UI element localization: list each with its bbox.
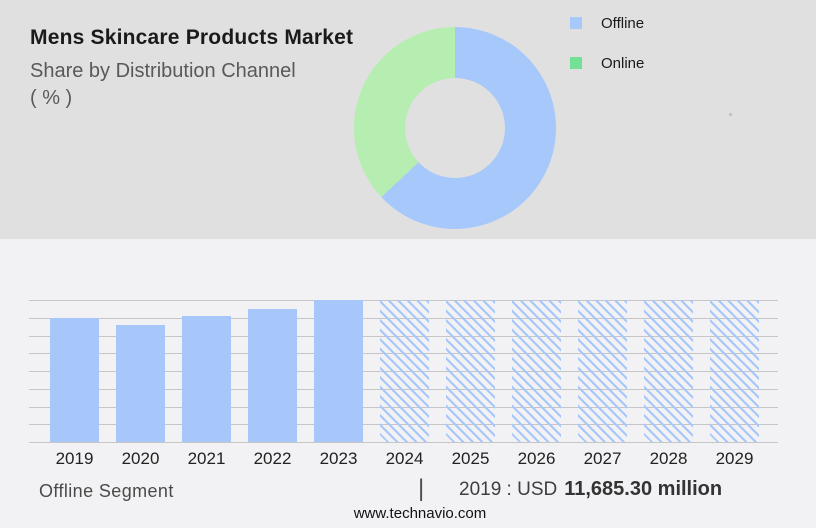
value-prefix: 2019 : USD: [459, 479, 557, 500]
x-label-2019: 2019: [56, 449, 94, 469]
chart-subtitle: Share by Distribution Channel: [30, 59, 360, 83]
divider-bar: |: [418, 475, 424, 503]
x-label-2020: 2020: [122, 449, 160, 469]
top-panel: Mens Skincare Products Market Share by D…: [0, 0, 816, 239]
x-label-2029: 2029: [716, 449, 754, 469]
bar-2026-forecast: [512, 300, 561, 442]
artifact-speck: [729, 113, 732, 116]
bar-2027-forecast: [578, 300, 627, 442]
bar-2021: [182, 316, 231, 442]
title-block: Mens Skincare Products Market Share by D…: [30, 26, 360, 110]
legend-item-online: Online: [570, 54, 644, 72]
legend-swatch-offline-icon: [570, 17, 582, 29]
x-label-2025: 2025: [452, 449, 490, 469]
x-label-2027: 2027: [584, 449, 622, 469]
bar-2029-forecast: [710, 300, 759, 442]
x-label-2022: 2022: [254, 449, 292, 469]
donut-chart: [354, 27, 556, 229]
x-label-2023: 2023: [320, 449, 358, 469]
infographic-canvas: Mens Skincare Products Market Share by D…: [0, 0, 816, 528]
bar-2022: [248, 309, 297, 442]
value-amount: 11,685.30 million: [564, 478, 722, 500]
legend-label: Offline: [601, 15, 644, 32]
bar-2024-forecast: [380, 300, 429, 442]
bar-2028-forecast: [644, 300, 693, 442]
page-title: Mens Skincare Products Market: [30, 26, 360, 50]
value-annotation: 2019 : USD 11,685.30 million: [459, 478, 722, 501]
legend-swatch-online-icon: [570, 57, 582, 69]
donut-hole: [405, 78, 505, 178]
segment-label: Offline Segment: [39, 481, 174, 502]
bar-2019: [50, 318, 99, 442]
x-label-2028: 2028: [650, 449, 688, 469]
x-label-2021: 2021: [188, 449, 226, 469]
legend: Offline Online: [570, 14, 644, 94]
chart-subtitle-unit: ( % ): [30, 87, 360, 110]
bar-2023: [314, 300, 363, 442]
x-label-2024: 2024: [386, 449, 424, 469]
gridline: [29, 442, 778, 443]
legend-item-offline: Offline: [570, 14, 644, 32]
bar-2025-forecast: [446, 300, 495, 442]
bar-2020: [116, 325, 165, 442]
website-url: www.technavio.com: [354, 505, 487, 522]
x-label-2026: 2026: [518, 449, 556, 469]
bar-chart: [29, 300, 778, 442]
legend-label: Online: [601, 55, 644, 72]
